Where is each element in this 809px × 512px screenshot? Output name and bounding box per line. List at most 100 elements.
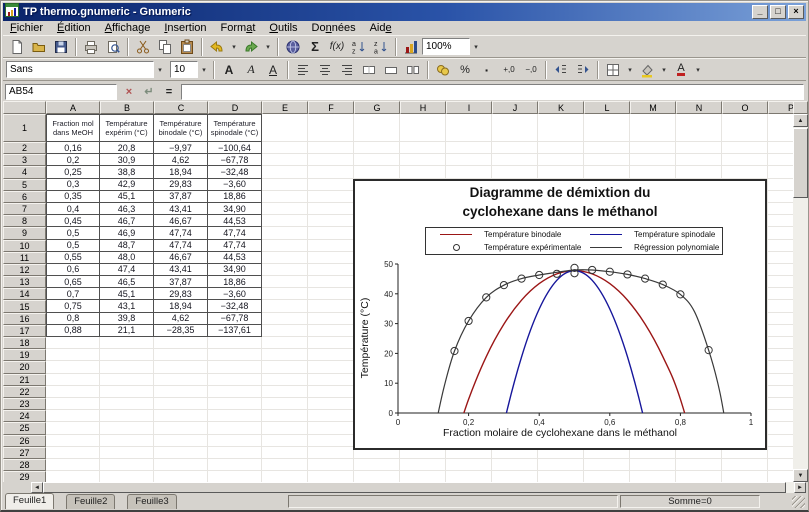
table-cell[interactable]: 0,3 bbox=[46, 178, 100, 191]
menu-format[interactable]: Format bbox=[214, 22, 263, 34]
column-header-A[interactable]: A bbox=[46, 101, 100, 114]
table-cell[interactable]: 48,7 bbox=[100, 239, 154, 252]
align-center-button[interactable] bbox=[314, 60, 336, 80]
cell[interactable] bbox=[46, 397, 100, 411]
cell[interactable] bbox=[492, 154, 538, 167]
row-header-8[interactable]: 8 bbox=[3, 215, 46, 228]
cell[interactable] bbox=[722, 154, 768, 167]
menu-affichage[interactable]: Affichage bbox=[98, 22, 158, 34]
undo-dropdown-icon[interactable]: ▾ bbox=[228, 38, 240, 56]
cell[interactable] bbox=[46, 337, 100, 350]
vertical-scrollbar[interactable]: ▲ ▼ bbox=[793, 101, 808, 482]
cell[interactable] bbox=[584, 166, 630, 179]
cell[interactable] bbox=[262, 276, 308, 289]
column-header-L[interactable]: L bbox=[584, 101, 630, 114]
table-cell[interactable]: 43,41 bbox=[154, 202, 208, 216]
cell[interactable] bbox=[676, 471, 722, 482]
cell[interactable] bbox=[492, 166, 538, 179]
row-header-7[interactable]: 7 bbox=[3, 202, 46, 216]
column-header-H[interactable]: H bbox=[400, 101, 446, 114]
table-cell[interactable]: 0,16 bbox=[46, 142, 100, 155]
cell[interactable] bbox=[262, 154, 308, 167]
cell[interactable] bbox=[154, 373, 208, 386]
cell[interactable] bbox=[722, 458, 768, 472]
table-cell[interactable]: −67,78 bbox=[208, 312, 262, 325]
cell[interactable] bbox=[262, 361, 308, 374]
table-cell[interactable]: 20,8 bbox=[100, 142, 154, 155]
cell[interactable] bbox=[400, 154, 446, 167]
align-left-button[interactable] bbox=[292, 60, 314, 80]
cell[interactable] bbox=[584, 458, 630, 472]
cell-name-box[interactable]: AB54 bbox=[5, 83, 117, 100]
table-cell[interactable]: 47,74 bbox=[154, 227, 208, 240]
table-cell[interactable]: 44,53 bbox=[208, 215, 262, 228]
cell[interactable] bbox=[354, 471, 400, 482]
cell[interactable] bbox=[768, 288, 793, 301]
cell[interactable] bbox=[154, 410, 208, 423]
row-header-23[interactable]: 23 bbox=[3, 397, 46, 411]
cell[interactable] bbox=[768, 114, 793, 142]
table-cell[interactable]: 43,41 bbox=[154, 263, 208, 277]
cell[interactable] bbox=[538, 458, 584, 472]
cell[interactable] bbox=[308, 434, 354, 447]
cell[interactable] bbox=[400, 142, 446, 155]
table-cell[interactable]: 18,94 bbox=[154, 166, 208, 179]
scroll-left-icon[interactable]: ◄ bbox=[31, 482, 43, 493]
align-right-button[interactable] bbox=[336, 60, 358, 80]
table-cell[interactable]: 45,1 bbox=[100, 190, 154, 203]
scroll-up-icon[interactable]: ▲ bbox=[793, 114, 808, 127]
zoom-dropdown-icon[interactable]: ▾ bbox=[470, 38, 482, 56]
cell[interactable] bbox=[262, 166, 308, 179]
cell[interactable] bbox=[768, 361, 793, 374]
cell[interactable] bbox=[768, 349, 793, 362]
cell[interactable] bbox=[768, 300, 793, 313]
cell[interactable] bbox=[768, 397, 793, 411]
column-header-D[interactable]: D bbox=[208, 101, 262, 114]
cell[interactable] bbox=[208, 422, 262, 435]
cell[interactable] bbox=[492, 471, 538, 482]
cell[interactable] bbox=[46, 410, 100, 423]
table-cell[interactable]: 46,67 bbox=[154, 251, 208, 264]
cell[interactable] bbox=[768, 458, 793, 472]
table-cell[interactable]: 43,1 bbox=[100, 300, 154, 313]
cell[interactable] bbox=[308, 166, 354, 179]
cancel-icon[interactable]: × bbox=[121, 84, 137, 100]
cell[interactable] bbox=[400, 114, 446, 142]
decrease-indent-button[interactable] bbox=[550, 60, 572, 80]
cell[interactable] bbox=[308, 190, 354, 203]
cell[interactable] bbox=[768, 227, 793, 240]
cell[interactable] bbox=[46, 458, 100, 472]
cell[interactable] bbox=[676, 166, 722, 179]
cell[interactable] bbox=[768, 166, 793, 179]
paste-button[interactable] bbox=[176, 37, 198, 57]
row-header-25[interactable]: 25 bbox=[3, 422, 46, 435]
cell[interactable] bbox=[492, 142, 538, 155]
table-cell[interactable]: 44,53 bbox=[208, 251, 262, 264]
accept-icon[interactable]: ↵ bbox=[141, 84, 157, 100]
table-cell[interactable]: 39,8 bbox=[100, 312, 154, 325]
cell[interactable] bbox=[768, 202, 793, 216]
horizontal-scrollbar[interactable]: ◄ ► bbox=[3, 482, 806, 493]
cell[interactable] bbox=[400, 471, 446, 482]
cell[interactable] bbox=[768, 337, 793, 350]
table-header-cell[interactable]: Fraction mol dans MeOH bbox=[46, 114, 100, 142]
cell[interactable] bbox=[262, 251, 308, 264]
cell[interactable] bbox=[630, 458, 676, 472]
cell[interactable] bbox=[262, 458, 308, 472]
table-cell[interactable]: 46,3 bbox=[100, 202, 154, 216]
cell[interactable] bbox=[308, 276, 354, 289]
zoom-combo[interactable]: 100% bbox=[422, 38, 470, 55]
table-cell[interactable]: 45,1 bbox=[100, 288, 154, 301]
cell[interactable] bbox=[630, 142, 676, 155]
menu-fichier[interactable]: Fichier bbox=[3, 22, 50, 34]
print-preview-button[interactable] bbox=[102, 37, 124, 57]
row-header-14[interactable]: 14 bbox=[3, 288, 46, 301]
cell[interactable] bbox=[768, 215, 793, 228]
table-cell[interactable]: 46,7 bbox=[100, 215, 154, 228]
table-cell[interactable]: −67,78 bbox=[208, 154, 262, 167]
cell[interactable] bbox=[308, 337, 354, 350]
title-bar[interactable]: TP thermo.gnumeric - Gnumeric _ □ × bbox=[3, 2, 806, 21]
table-cell[interactable]: 29,83 bbox=[154, 288, 208, 301]
menu-outils[interactable]: Outils bbox=[262, 22, 304, 34]
cell[interactable] bbox=[262, 337, 308, 350]
